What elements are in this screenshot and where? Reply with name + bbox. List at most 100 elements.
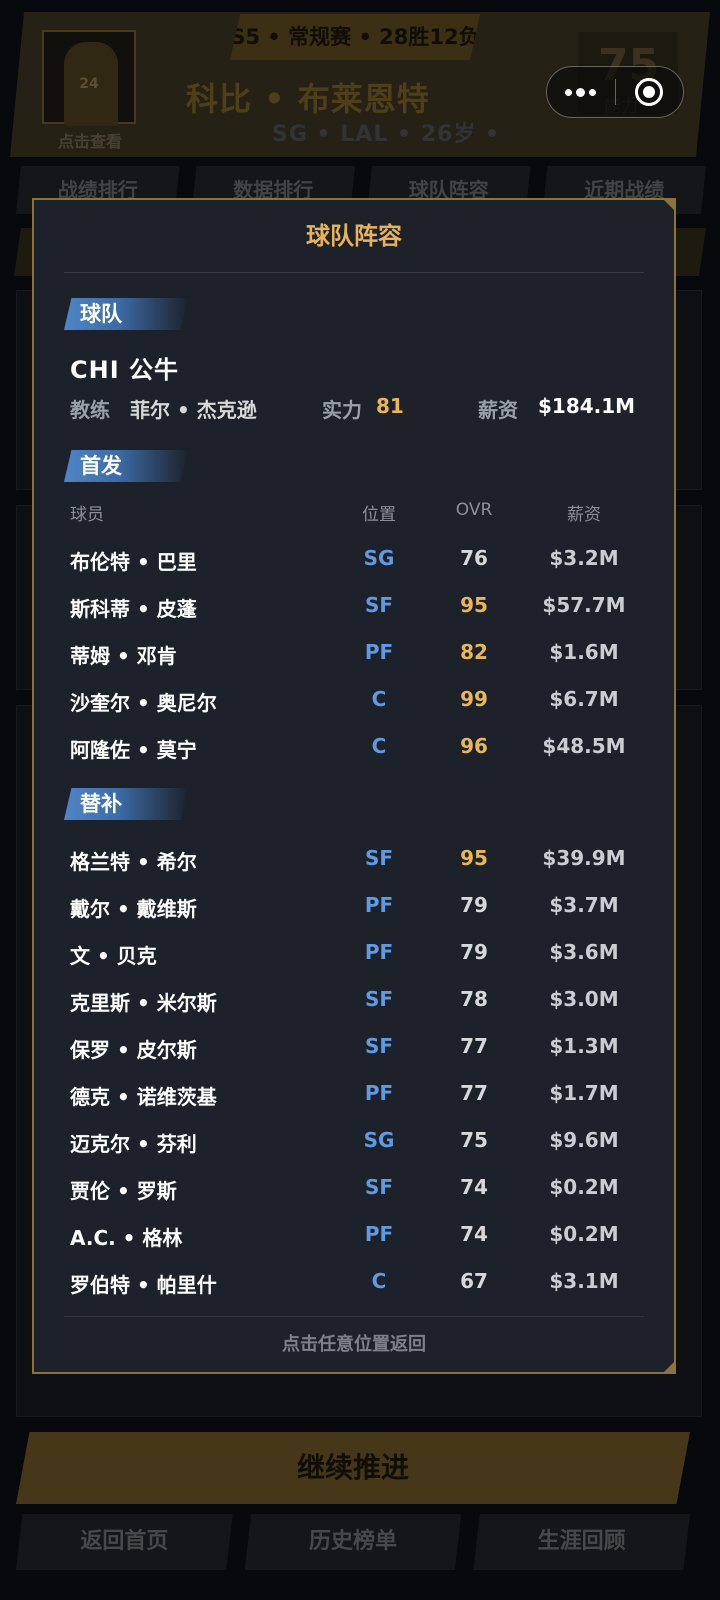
player-name: 戴尔 • 戴维斯 bbox=[70, 897, 197, 921]
column-header-salary: 薪资 bbox=[567, 505, 601, 525]
close-miniprogram-icon[interactable] bbox=[616, 66, 684, 118]
player-salary: $39.9M bbox=[542, 846, 626, 870]
miniprogram-capsule bbox=[546, 66, 684, 118]
player-name: 罗伯特 • 帕里什 bbox=[70, 1273, 217, 1297]
player-ovr: 99 bbox=[460, 687, 488, 711]
player-position: C bbox=[371, 734, 387, 758]
player-position: SG bbox=[363, 546, 395, 570]
player-row[interactable]: 克里斯 • 米尔斯 SF 78 $3.0M bbox=[34, 987, 674, 1027]
modal-title: 球队阵容 bbox=[306, 222, 402, 250]
player-position: PF bbox=[364, 893, 394, 917]
section-tag-team: 球队 bbox=[64, 298, 188, 330]
strength-label: 实力 bbox=[322, 398, 362, 422]
player-row[interactable]: 布伦特 • 巴里 SG 76 $3.2M bbox=[34, 546, 674, 586]
player-position: PF bbox=[364, 1222, 394, 1246]
player-name: 沙奎尔 • 奥尼尔 bbox=[70, 691, 217, 715]
player-position: SF bbox=[364, 1034, 394, 1058]
player-position: SF bbox=[364, 593, 394, 617]
strength-value: 81 bbox=[376, 394, 404, 418]
player-name: 布伦特 • 巴里 bbox=[70, 550, 197, 574]
player-row[interactable]: 斯科蒂 • 皮蓬 SF 95 $57.7M bbox=[34, 593, 674, 633]
salary-value: $184.1M bbox=[538, 394, 636, 418]
player-salary: $3.2M bbox=[549, 546, 619, 570]
player-ovr: 76 bbox=[460, 546, 488, 570]
player-name: 保罗 • 皮尔斯 bbox=[70, 1038, 197, 1062]
player-ovr: 75 bbox=[460, 1128, 488, 1152]
roster-modal[interactable]: 球队阵容 球队 CHI 公牛 教练 菲尔 • 杰克逊 实力 81 薪资 $184… bbox=[32, 198, 676, 1374]
player-row[interactable]: 格兰特 • 希尔 SF 95 $39.9M bbox=[34, 846, 674, 886]
player-row[interactable]: 保罗 • 皮尔斯 SF 77 $1.3M bbox=[34, 1034, 674, 1074]
player-position: SF bbox=[364, 1175, 394, 1199]
player-row[interactable]: 罗伯特 • 帕里什 C 67 $3.1M bbox=[34, 1269, 674, 1309]
player-salary: $3.7M bbox=[549, 893, 619, 917]
team-name: CHI 公牛 bbox=[70, 356, 179, 384]
player-ovr: 96 bbox=[460, 734, 488, 758]
player-salary: $0.2M bbox=[549, 1222, 619, 1246]
player-name: 克里斯 • 米尔斯 bbox=[70, 991, 217, 1015]
player-ovr: 77 bbox=[460, 1081, 488, 1105]
player-ovr: 79 bbox=[460, 940, 488, 964]
coach-name: 菲尔 • 杰克逊 bbox=[130, 398, 257, 422]
section-tag-bench: 替补 bbox=[64, 788, 188, 820]
player-name: 迈克尔 • 芬利 bbox=[70, 1132, 197, 1156]
column-header-player: 球员 bbox=[70, 505, 104, 525]
player-row[interactable]: 德克 • 诺维茨基 PF 77 $1.7M bbox=[34, 1081, 674, 1121]
player-ovr: 74 bbox=[460, 1175, 488, 1199]
player-row[interactable]: 蒂姆 • 邓肯 PF 82 $1.6M bbox=[34, 640, 674, 680]
player-name: 文 • 贝克 bbox=[70, 944, 157, 968]
player-row[interactable]: 沙奎尔 • 奥尼尔 C 99 $6.7M bbox=[34, 687, 674, 727]
player-position: PF bbox=[364, 640, 394, 664]
player-name: 贾伦 • 罗斯 bbox=[70, 1179, 177, 1203]
player-position: SF bbox=[364, 846, 394, 870]
player-position: C bbox=[371, 1269, 387, 1293]
player-salary: $48.5M bbox=[542, 734, 626, 758]
player-ovr: 79 bbox=[460, 893, 488, 917]
player-ovr: 67 bbox=[460, 1269, 488, 1293]
player-row[interactable]: A.C. • 格林 PF 74 $0.2M bbox=[34, 1222, 674, 1262]
player-name: 阿隆佐 • 莫宁 bbox=[70, 738, 197, 762]
player-salary: $9.6M bbox=[549, 1128, 619, 1152]
player-position: PF bbox=[364, 1081, 394, 1105]
player-ovr: 95 bbox=[460, 846, 488, 870]
player-ovr: 95 bbox=[460, 593, 488, 617]
column-header-position: 位置 bbox=[362, 505, 396, 525]
player-position: PF bbox=[364, 940, 394, 964]
player-name: 德克 • 诺维茨基 bbox=[70, 1085, 217, 1109]
player-name: 蒂姆 • 邓肯 bbox=[70, 644, 177, 668]
player-name: 斯科蒂 • 皮蓬 bbox=[70, 597, 197, 621]
player-row[interactable]: 贾伦 • 罗斯 SF 74 $0.2M bbox=[34, 1175, 674, 1215]
player-ovr: 82 bbox=[460, 640, 488, 664]
player-name: 格兰特 • 希尔 bbox=[70, 850, 197, 874]
player-row[interactable]: 戴尔 • 戴维斯 PF 79 $3.7M bbox=[34, 893, 674, 933]
player-position: SG bbox=[363, 1128, 395, 1152]
corner-decoration bbox=[662, 1360, 676, 1374]
coach-label: 教练 bbox=[70, 398, 110, 422]
column-header-ovr: OVR bbox=[455, 500, 493, 520]
player-row[interactable]: 文 • 贝克 PF 79 $3.6M bbox=[34, 940, 674, 980]
player-ovr: 77 bbox=[460, 1034, 488, 1058]
player-salary: $1.3M bbox=[549, 1034, 619, 1058]
player-position: C bbox=[371, 687, 387, 711]
salary-label: 薪资 bbox=[478, 398, 518, 422]
player-position: SF bbox=[364, 987, 394, 1011]
player-row[interactable]: 阿隆佐 • 莫宁 C 96 $48.5M bbox=[34, 734, 674, 774]
player-row[interactable]: 迈克尔 • 芬利 SG 75 $9.6M bbox=[34, 1128, 674, 1168]
divider bbox=[64, 272, 644, 273]
player-ovr: 78 bbox=[460, 987, 488, 1011]
player-salary: $1.7M bbox=[549, 1081, 619, 1105]
player-salary: $3.0M bbox=[549, 987, 619, 1011]
section-tag-starters: 首发 bbox=[64, 450, 188, 482]
player-salary: $3.1M bbox=[549, 1269, 619, 1293]
player-salary: $1.6M bbox=[549, 640, 619, 664]
corner-decoration bbox=[662, 198, 676, 212]
more-icon[interactable] bbox=[547, 66, 615, 118]
player-name: A.C. • 格林 bbox=[70, 1226, 183, 1250]
player-ovr: 74 bbox=[460, 1222, 488, 1246]
dismiss-hint[interactable]: 点击任意位置返回 bbox=[34, 1330, 674, 1356]
player-salary: $57.7M bbox=[542, 593, 626, 617]
player-salary: $6.7M bbox=[549, 687, 619, 711]
team-info: 教练 菲尔 • 杰克逊 实力 81 薪资 $184.1M bbox=[70, 394, 650, 424]
player-salary: $0.2M bbox=[549, 1175, 619, 1199]
divider bbox=[64, 1316, 644, 1317]
player-salary: $3.6M bbox=[549, 940, 619, 964]
